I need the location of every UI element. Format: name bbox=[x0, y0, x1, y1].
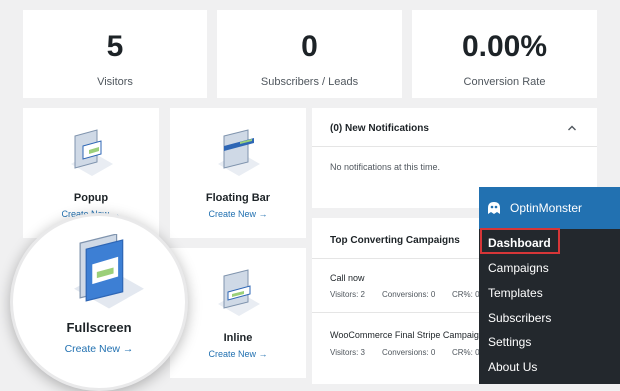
stat-card-subscribers: 0 Subscribers / Leads bbox=[217, 10, 402, 98]
campaign-cr: CR%: 0 bbox=[452, 290, 480, 299]
tile-title: Floating Bar bbox=[205, 192, 271, 204]
tile-fullscreen[interactable]: Fullscreen Create New → bbox=[10, 213, 188, 391]
inline-icon bbox=[218, 269, 260, 316]
menu-item-templates[interactable]: Templates bbox=[488, 286, 543, 300]
menu-header[interactable]: OptinMonster bbox=[479, 187, 620, 229]
stat-card-conversion-rate: 0.00% Conversion Rate bbox=[412, 10, 597, 98]
stat-value: 0 bbox=[301, 30, 318, 63]
stat-value: 5 bbox=[106, 30, 124, 63]
campaign-visitors: Visitors: 3 bbox=[330, 348, 365, 357]
create-new-link[interactable]: Create New → bbox=[170, 209, 306, 219]
stat-card-visitors: 5 Visitors bbox=[23, 10, 207, 98]
create-new-link[interactable]: Create New → bbox=[13, 343, 185, 355]
menu-title: OptinMonster bbox=[510, 201, 583, 215]
chevron-up-icon[interactable] bbox=[567, 123, 577, 133]
tile-floating-bar[interactable]: Floating Bar Create New → bbox=[170, 108, 306, 238]
optinmonster-logo-icon bbox=[488, 202, 500, 214]
menu-item-about-us[interactable]: About Us bbox=[488, 360, 537, 374]
campaign-name[interactable]: WooCommerce Final Stripe Campaign bbox=[330, 330, 484, 340]
notifications-title: (0) New Notifications bbox=[330, 123, 429, 134]
create-new-link[interactable]: Create New → bbox=[170, 349, 306, 359]
stat-value: 0.00% bbox=[461, 30, 548, 63]
top-campaigns-title: Top Converting Campaigns bbox=[330, 235, 460, 246]
tile-title: Inline bbox=[223, 332, 253, 344]
divider bbox=[312, 146, 597, 147]
menu-item-subscribers[interactable]: Subscribers bbox=[488, 311, 551, 325]
stat-label: Conversion Rate bbox=[463, 76, 546, 88]
popup-icon bbox=[71, 129, 113, 176]
tile-inline[interactable]: Inline Create New → bbox=[170, 248, 306, 378]
stat-label: Subscribers / Leads bbox=[260, 76, 359, 88]
tile-title: Popup bbox=[73, 192, 109, 204]
campaign-conversions: Conversions: 0 bbox=[382, 348, 436, 357]
fullscreen-icon bbox=[74, 234, 144, 309]
stat-label: Visitors bbox=[97, 76, 133, 88]
campaign-cr: CR%: 0 bbox=[452, 348, 480, 357]
campaign-name[interactable]: Call now bbox=[330, 273, 365, 283]
notifications-empty-text: No notifications at this time. bbox=[330, 162, 441, 172]
tile-title: Fullscreen bbox=[66, 320, 132, 335]
optinmonster-admin-menu: OptinMonster Dashboard Campaigns Templat… bbox=[479, 187, 620, 384]
menu-item-campaigns[interactable]: Campaigns bbox=[488, 261, 549, 275]
campaign-conversions: Conversions: 0 bbox=[382, 290, 436, 299]
floating-bar-icon bbox=[218, 129, 260, 176]
dashboard-highlight bbox=[480, 228, 560, 254]
menu-item-settings[interactable]: Settings bbox=[488, 335, 531, 349]
campaign-visitors: Visitors: 2 bbox=[330, 290, 365, 299]
